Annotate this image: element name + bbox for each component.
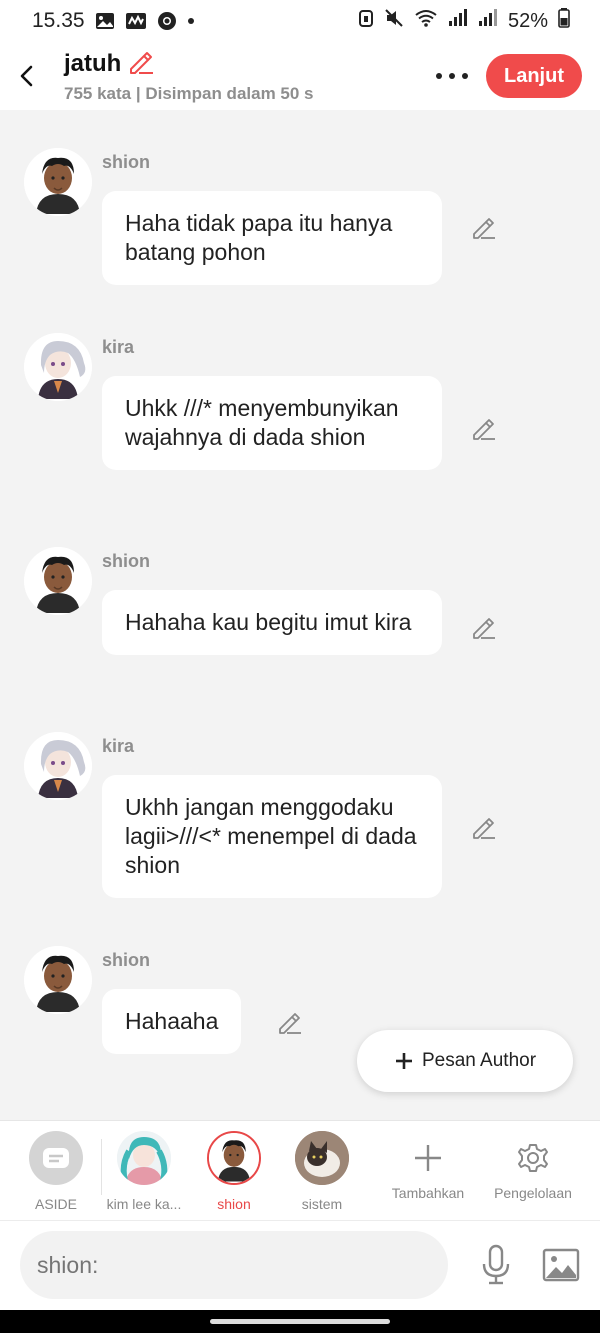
edit-message-button[interactable]: [470, 615, 498, 643]
message-bubble[interactable]: Hahaha kau begitu imut kira: [102, 590, 442, 655]
image-icon: [542, 1248, 580, 1282]
pencil-icon: [473, 818, 495, 839]
app-notification-icon: [125, 12, 147, 30]
status-bar: 15.35 52%: [0, 0, 600, 42]
message-input[interactable]: [20, 1231, 448, 1299]
character-label: shion: [217, 1196, 251, 1212]
message-bubble[interactable]: Uhkk ///* menyembunyikan wajahnya di dad…: [102, 376, 442, 470]
character-label: ASIDE: [34, 1196, 77, 1212]
aside-icon: [29, 1131, 83, 1185]
pencil-icon: [130, 51, 154, 74]
avatar-kira-image: [24, 333, 92, 401]
edit-message-button[interactable]: [470, 416, 498, 444]
home-indicator[interactable]: [210, 1319, 390, 1324]
edit-message-button[interactable]: [470, 215, 498, 243]
gear-icon: [518, 1144, 548, 1172]
more-options-button[interactable]: [432, 56, 472, 96]
word-count-status: 755 kata | Disimpan dalam 50 s: [64, 83, 314, 103]
avatar-shion[interactable]: [24, 547, 92, 615]
notification-dot-icon: [187, 17, 195, 25]
add-character-button[interactable]: Tambahkan: [383, 1131, 473, 1201]
chevron-left-icon: [20, 65, 33, 87]
avatar-shion: [207, 1131, 261, 1185]
voice-input-button[interactable]: [476, 1243, 516, 1287]
avatar-kira-image: [24, 732, 92, 800]
edit-message-button[interactable]: [470, 815, 498, 843]
manage-label: Pengelolaan: [494, 1185, 572, 1201]
sender-name: kira: [102, 736, 135, 756]
sender-name: shion: [102, 950, 150, 970]
mute-icon: [384, 8, 404, 34]
plus-icon: [395, 1053, 412, 1069]
header-bar: jatuh 755 kata | Disimpan dalam 50 s Lan…: [0, 42, 600, 110]
plus-icon: [415, 1145, 441, 1171]
status-time: 15.35: [32, 9, 85, 32]
alarm-icon: [358, 8, 374, 34]
avatar-shion-image: [24, 946, 92, 1014]
character-aside[interactable]: ASIDE: [11, 1131, 101, 1212]
character-shion[interactable]: shion: [189, 1131, 279, 1212]
pencil-icon: [473, 618, 495, 639]
gallery-notification-icon: [95, 12, 115, 30]
edit-title-button[interactable]: [127, 49, 155, 80]
system-nav-bar: [0, 1310, 600, 1333]
character-label: sistem: [301, 1196, 343, 1212]
wifi-icon: [414, 8, 438, 34]
battery-percent: 52%: [507, 9, 548, 32]
author-message-label: Pesan Author: [421, 1050, 537, 1071]
back-button[interactable]: [0, 42, 52, 110]
character-sistem[interactable]: sistem: [277, 1131, 367, 1212]
avatar-shion-image: [24, 547, 92, 615]
avatar-shion[interactable]: [24, 946, 92, 1014]
chat-area[interactable]: shion Haha tidak papa itu hanya batang p…: [0, 110, 600, 1120]
avatar-shion-image: [24, 148, 92, 216]
avatar-kim-lee: [117, 1131, 171, 1185]
battery-icon: [558, 8, 570, 34]
avatar-kira[interactable]: [24, 732, 92, 800]
sender-name: kira: [102, 337, 135, 357]
pencil-icon: [473, 218, 495, 239]
avatar-kira[interactable]: [24, 333, 92, 401]
message-bubble[interactable]: Hahaaha: [102, 989, 242, 1054]
pencil-icon: [473, 419, 495, 440]
sender-name: shion: [102, 551, 150, 571]
signal-2-icon: [478, 9, 498, 33]
image-upload-button[interactable]: [540, 1245, 582, 1285]
microphone-icon: [482, 1244, 510, 1285]
next-button[interactable]: Lanjut: [486, 54, 582, 98]
character-kim-lee[interactable]: kim lee ka...: [99, 1131, 189, 1212]
chrome-icon: [157, 11, 177, 31]
more-dots-icon: [436, 73, 468, 79]
author-message-button[interactable]: Pesan Author: [357, 1030, 573, 1092]
sender-name: shion: [102, 152, 150, 172]
signal-icon: [448, 9, 468, 33]
story-title: jatuh: [64, 50, 122, 77]
manage-button[interactable]: Pengelolaan: [488, 1131, 578, 1201]
character-bar: ASIDE kim lee ka... shion sistem Tambahk…: [0, 1120, 600, 1220]
edit-message-button[interactable]: [276, 1010, 304, 1038]
message-bubble[interactable]: Ukhh jangan menggodaku lagii>///<* menem…: [102, 775, 442, 898]
message-bubble[interactable]: Haha tidak papa itu hanya batang pohon: [102, 191, 442, 285]
character-label: kim lee ka...: [106, 1196, 182, 1212]
avatar-sistem: [295, 1131, 349, 1185]
pencil-icon: [279, 1013, 301, 1034]
input-bar: [0, 1220, 600, 1310]
add-character-label: Tambahkan: [391, 1185, 465, 1201]
avatar-shion[interactable]: [24, 148, 92, 216]
